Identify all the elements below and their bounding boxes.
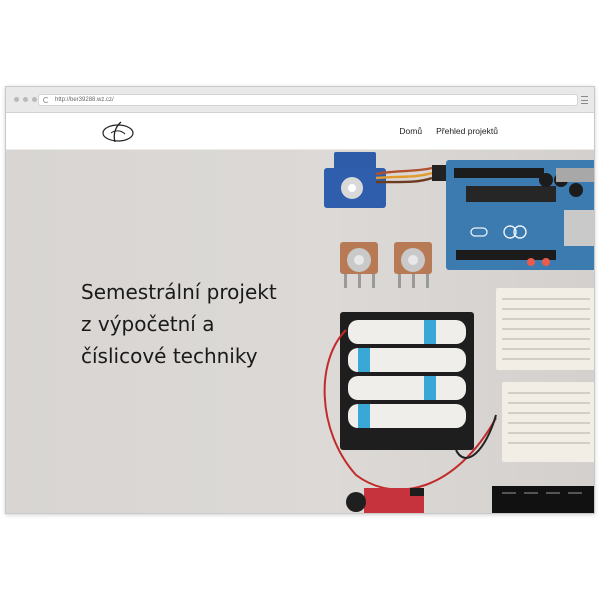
- browser-toolbar: http://ber39288.wz.cz/: [6, 87, 594, 113]
- site-logo[interactable]: [101, 121, 135, 143]
- servo-motor-image: [324, 152, 448, 208]
- seven-segment-display-image: [492, 486, 594, 513]
- hero-title-line-3: číslicové techniky: [81, 344, 258, 368]
- window-close-dot[interactable]: [14, 97, 19, 102]
- arduino-board-image: [446, 160, 594, 270]
- browser-window: http://ber39288.wz.cz/ Domů Přehled proj…: [5, 86, 595, 514]
- breadboard-upper-image: [496, 288, 594, 370]
- potentiometer-left-image: [340, 242, 378, 288]
- potentiometer-right-image: [394, 242, 432, 288]
- hamburger-menu-icon[interactable]: [581, 96, 588, 104]
- window-minimize-dot[interactable]: [23, 97, 28, 102]
- sensor-module-image: [346, 488, 424, 513]
- breadboard-lower-image: [502, 382, 594, 462]
- screenshot-stage: http://ber39288.wz.cz/ Domů Přehled proj…: [0, 0, 600, 600]
- hero-section: Semestrální projekt z výpočetní a číslic…: [6, 150, 594, 513]
- url-text[interactable]: http://ber39288.wz.cz/: [55, 97, 114, 103]
- window-maximize-dot[interactable]: [32, 97, 37, 102]
- site-header: Domů Přehled projektů: [6, 113, 594, 150]
- main-nav: Domů Přehled projektů: [399, 126, 498, 136]
- battery-holder-image: [323, 312, 497, 491]
- nav-projects-overview[interactable]: Přehled projektů: [436, 126, 498, 136]
- hero-title-line-1: Semestrální projekt: [81, 280, 277, 304]
- window-controls: [14, 97, 37, 102]
- hero-title-line-2: z výpočetní a: [81, 312, 215, 336]
- address-bar[interactable]: http://ber39288.wz.cz/: [38, 94, 578, 106]
- hero-electronics-image: [323, 152, 594, 513]
- hero-title: Semestrální projekt z výpočetní a číslic…: [81, 276, 331, 372]
- reload-icon[interactable]: [43, 97, 49, 103]
- nav-home[interactable]: Domů: [399, 126, 422, 136]
